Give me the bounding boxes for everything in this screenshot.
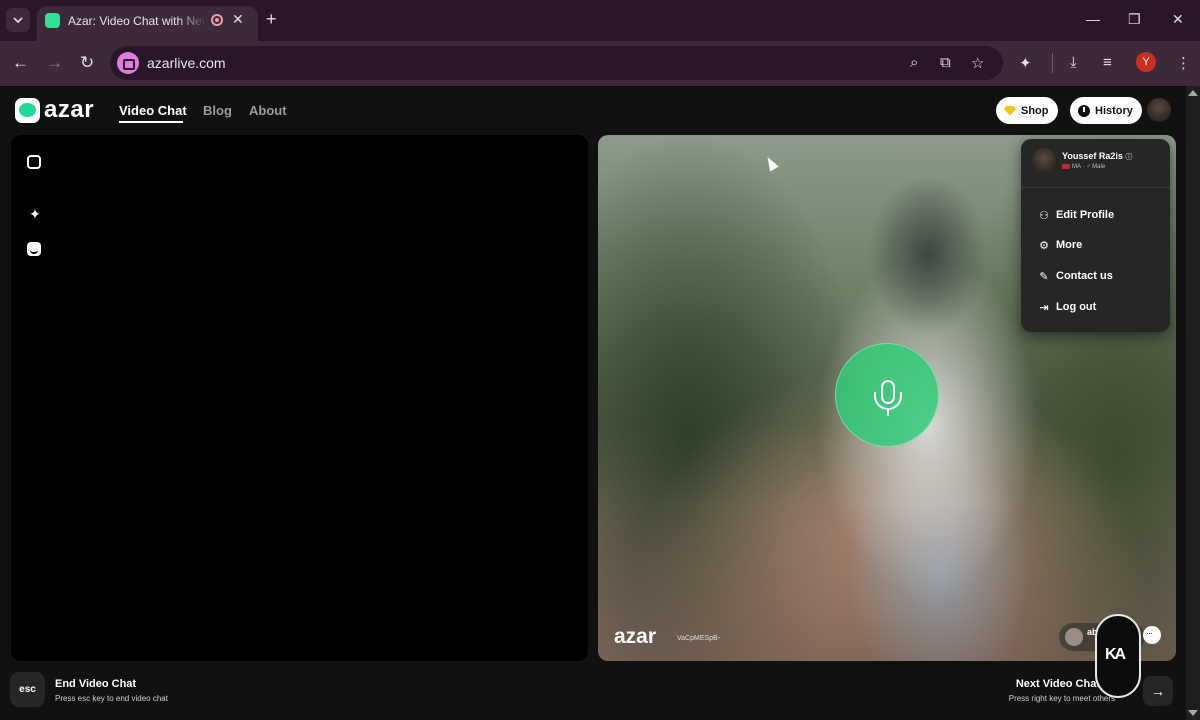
- history-button[interactable]: History: [1070, 97, 1142, 124]
- download-icon[interactable]: ⤓: [1070, 54, 1077, 71]
- window-maximize-button[interactable]: ❐: [1128, 11, 1141, 28]
- reload-icon[interactable]: ↻: [80, 53, 94, 73]
- browser-toolbar: ← → ↻ azarlive.com ⌕ ⧉ ☆ ✦ ⤓ ≡ Y ⋮: [0, 41, 1200, 86]
- page-scrollbar[interactable]: [1186, 86, 1200, 720]
- menu-user-meta: MA · ♂ Male: [1062, 164, 1105, 170]
- site-info-icon[interactable]: [117, 52, 139, 74]
- peer-azar-watermark: azar: [614, 625, 657, 648]
- logout-icon: ⇥: [1039, 301, 1049, 314]
- nav-about[interactable]: About: [249, 103, 287, 118]
- azar-logo[interactable]: azar: [15, 96, 97, 124]
- menu-item-edit-profile[interactable]: ⚇ Edit Profile: [1038, 206, 1158, 224]
- expand-icon: [27, 155, 41, 169]
- pencil-icon: ✎: [1039, 270, 1049, 283]
- scroll-up-arrow-icon[interactable]: [1188, 90, 1198, 96]
- sparkle-icon: ✦: [29, 206, 41, 222]
- window-minimize-button[interactable]: —: [1086, 11, 1100, 27]
- scroll-down-arrow-icon[interactable]: [1188, 710, 1198, 716]
- page: azar Video Chat Blog About Shop History …: [0, 86, 1186, 720]
- effects-sparkle-button[interactable]: ✦: [27, 206, 43, 222]
- new-tab-button[interactable]: +: [266, 10, 277, 28]
- next-chat-hint: Press right key to meet others: [1008, 694, 1115, 703]
- back-arrow-icon[interactable]: ←: [12, 53, 29, 73]
- chat-bubble-icon[interactable]: [1143, 626, 1161, 644]
- next-chat-title: Next Video Chat: [1015, 678, 1100, 690]
- profile-dropdown-menu: Youssef Ra2is ⓘ MA · ♂ Male ⚇ Edit Profi…: [1021, 139, 1170, 332]
- face-filter-button[interactable]: [27, 242, 43, 258]
- install-app-icon[interactable]: ⧉: [940, 54, 951, 71]
- gem-icon: [1004, 105, 1016, 116]
- person-icon: ⚇: [1039, 209, 1049, 222]
- browser-profile-avatar[interactable]: Y: [1136, 52, 1156, 72]
- azar-logo-icon: [15, 98, 40, 123]
- channel-watermark-logo: KA: [1095, 614, 1141, 698]
- peer-session-id: VaCpMESpB-: [677, 635, 721, 642]
- forward-arrow-icon[interactable]: →: [46, 53, 63, 73]
- browser-menu-icon[interactable]: ⋮: [1176, 54, 1191, 72]
- window-close-button[interactable]: ✕: [1172, 11, 1184, 28]
- azar-favicon-icon: [45, 13, 60, 28]
- tab-search-button[interactable]: [6, 8, 30, 32]
- recording-indicator-icon: [211, 14, 223, 26]
- eagle-logo-icon: KA: [1105, 646, 1126, 663]
- menu-item-contact-us[interactable]: ✎ Contact us: [1038, 267, 1158, 285]
- media-controls-icon[interactable]: ≡: [1103, 54, 1112, 71]
- end-chat-esc-button[interactable]: esc: [10, 672, 45, 707]
- browser-tab-azar[interactable]: Azar: Video Chat with New People ✕: [37, 6, 258, 41]
- swap-camera-button[interactable]: [27, 155, 43, 171]
- face-icon: [27, 242, 41, 256]
- browser-tab-bar: Azar: Video Chat with New People ✕ + — ❐…: [0, 0, 1200, 41]
- nav-video-chat[interactable]: Video Chat: [119, 103, 187, 118]
- end-chat-title: End Video Chat: [55, 678, 137, 690]
- microphone-button[interactable]: [835, 343, 939, 447]
- tab-close-button[interactable]: ✕: [232, 11, 244, 28]
- menu-user-name: Youssef Ra2is ⓘ: [1062, 151, 1133, 161]
- clock-icon: [1078, 104, 1090, 117]
- next-chat-button[interactable]: →: [1143, 676, 1173, 706]
- address-bar[interactable]: azarlive.com ⌕ ⧉ ☆: [110, 46, 1003, 80]
- menu-avatar: [1032, 148, 1056, 174]
- zoom-icon[interactable]: ⌕: [910, 54, 918, 71]
- self-video-panel: ✦: [11, 135, 588, 661]
- user-avatar-button[interactable]: [1147, 98, 1171, 122]
- bookmark-star-icon[interactable]: ☆: [971, 54, 984, 72]
- peer-avatar: [1065, 628, 1083, 646]
- menu-item-more[interactable]: ⚙ More: [1038, 236, 1158, 254]
- address-url[interactable]: azarlive.com: [147, 55, 226, 71]
- nav-blog[interactable]: Blog: [203, 103, 232, 118]
- chevron-down-icon: [13, 17, 23, 23]
- menu-item-log-out[interactable]: ⇥ Log out: [1038, 298, 1158, 316]
- nav-active-indicator: [119, 121, 183, 123]
- gear-icon: ⚙: [1039, 239, 1049, 252]
- shop-button[interactable]: Shop: [996, 97, 1058, 124]
- info-icon: ⓘ: [1125, 154, 1133, 161]
- morocco-flag-icon: [1062, 164, 1070, 169]
- extensions-icon[interactable]: ✦: [1019, 54, 1032, 72]
- end-chat-hint: Press esc key to end video chat: [55, 694, 168, 703]
